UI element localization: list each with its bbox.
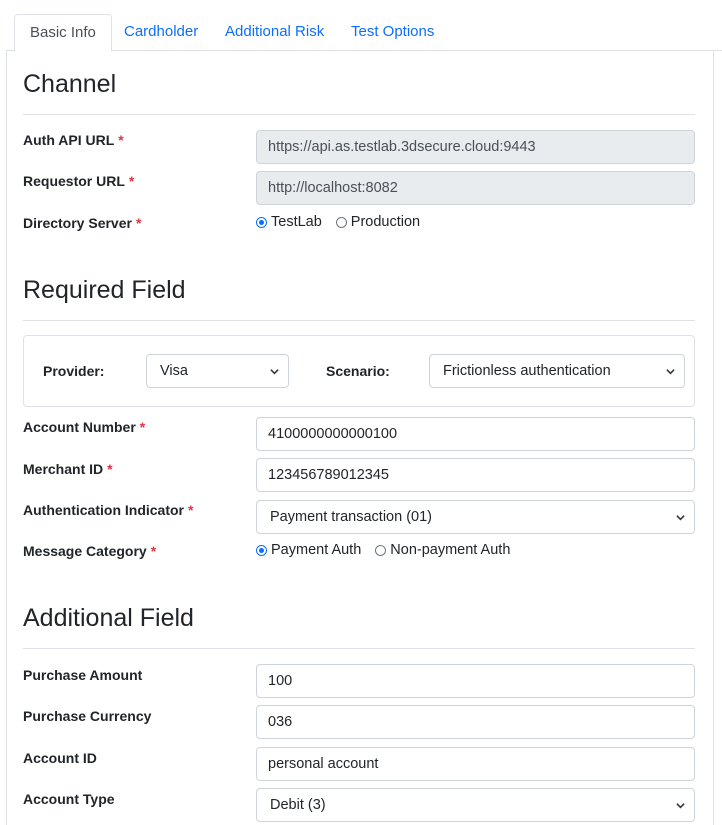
required-marker: *	[118, 132, 124, 148]
chevron-down-icon	[270, 369, 279, 375]
divider	[23, 114, 695, 115]
radio-testlab[interactable]	[256, 216, 267, 228]
purchase-amount-label: Purchase Amount	[23, 667, 143, 683]
required-marker: *	[139, 419, 146, 435]
purchase-currency-input[interactable]: 036	[256, 705, 695, 739]
select-value: Payment transaction (01)	[270, 509, 432, 525]
radio-option-production[interactable]: Production	[335, 214, 421, 230]
label-text: Authentication Indicator	[23, 502, 184, 518]
radio-label: TestLab	[271, 214, 322, 230]
select-value: Debit (3)	[270, 797, 326, 813]
account-number-label: Account Number *	[23, 419, 145, 435]
provider-select[interactable]: Visa	[146, 354, 289, 388]
radio-payment-auth[interactable]	[256, 544, 267, 556]
provider-label: Provider:	[43, 363, 105, 379]
tab-additional-risk[interactable]: Additional Risk	[210, 14, 339, 52]
message-category-radio-group: Payment Auth Non-payment Auth	[256, 542, 524, 558]
radio-option-non-payment-auth[interactable]: Non-payment Auth	[375, 542, 510, 558]
section-title-additional-field: Additional Field	[23, 604, 194, 632]
required-marker: *	[150, 543, 157, 559]
section-title-required-field: Required Field	[23, 276, 186, 304]
label-text: Directory Server	[23, 215, 132, 231]
radio-label: Non-payment Auth	[390, 542, 511, 558]
requestor-url-input[interactable]: http://localhost:8082	[256, 171, 695, 205]
required-marker: *	[128, 173, 135, 189]
merchant-id-label: Merchant ID *	[23, 461, 113, 477]
radio-option-testlab[interactable]: TestLab	[256, 214, 322, 230]
radio-label: Payment Auth	[271, 542, 362, 558]
chevron-down-icon	[676, 515, 685, 521]
radio-non-payment-auth[interactable]	[375, 544, 387, 556]
directory-server-label: Directory Server *	[23, 215, 141, 231]
select-value: Frictionless authentication	[443, 363, 611, 379]
required-marker: *	[188, 502, 194, 518]
select-value: Visa	[160, 363, 188, 379]
account-type-label: Account Type	[23, 791, 115, 807]
label-text: Message Category	[23, 543, 147, 559]
account-number-input[interactable]: 4100000000000100	[256, 417, 695, 451]
purchase-amount-input[interactable]: 100	[256, 664, 695, 698]
tab-test-options[interactable]: Test Options	[336, 14, 449, 52]
label-text: Auth API URL	[23, 132, 115, 148]
auth-api-url-input[interactable]: https://api.as.testlab.3dsecure.cloud:94…	[256, 130, 695, 164]
scenario-label: Scenario:	[326, 363, 390, 379]
auth-indicator-select[interactable]: Payment transaction (01)	[256, 500, 695, 534]
directory-server-radio-group: TestLab Production	[256, 214, 434, 230]
label-text: Account Number	[23, 419, 136, 435]
chevron-down-icon	[676, 803, 685, 809]
section-title-channel: Channel	[23, 70, 117, 98]
account-id-input[interactable]: personal account	[256, 747, 695, 781]
divider	[23, 648, 695, 649]
merchant-id-input[interactable]: 123456789012345	[256, 458, 695, 492]
label-text: Merchant ID	[23, 461, 104, 477]
tab-cardholder[interactable]: Cardholder	[109, 14, 213, 52]
purchase-currency-label: Purchase Currency	[23, 708, 152, 724]
account-type-select[interactable]: Debit (3)	[256, 788, 695, 822]
auth-api-url-label: Auth API URL *	[23, 132, 124, 148]
label-text: Requestor URL	[23, 173, 125, 189]
tab-bar: Basic Info Cardholder Additional Risk Te…	[6, 0, 722, 52]
requestor-url-label: Requestor URL *	[23, 173, 134, 189]
radio-option-payment-auth[interactable]: Payment Auth	[256, 542, 361, 558]
divider	[23, 320, 695, 321]
chevron-down-icon	[666, 369, 675, 375]
tab-basic-info[interactable]: Basic Info	[14, 14, 112, 52]
account-id-label: Account ID	[23, 750, 97, 766]
required-marker: *	[107, 461, 113, 477]
radio-label: Production	[350, 214, 421, 230]
required-marker: *	[135, 215, 142, 231]
scenario-select[interactable]: Frictionless authentication	[429, 354, 685, 388]
message-category-label: Message Category *	[23, 543, 156, 559]
auth-indicator-label: Authentication Indicator *	[23, 502, 193, 518]
radio-production[interactable]	[335, 216, 347, 228]
